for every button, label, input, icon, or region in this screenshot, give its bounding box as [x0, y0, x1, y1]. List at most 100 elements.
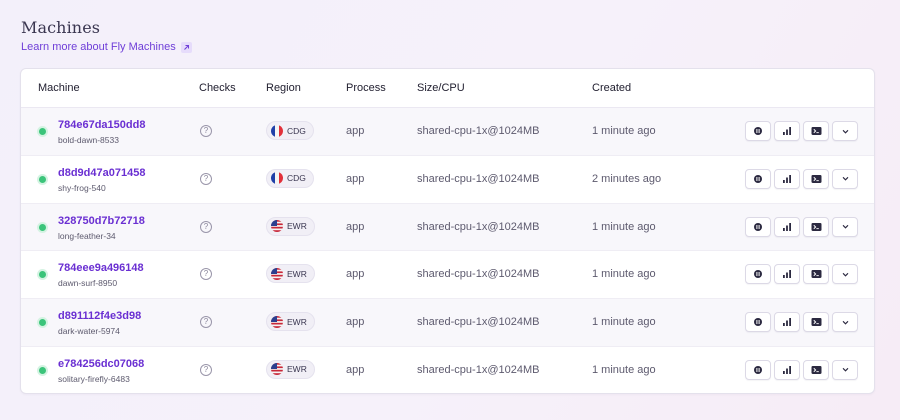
machine-id-link[interactable]: 328750d7b72718 — [58, 215, 145, 227]
pause-icon — [754, 270, 762, 279]
pause-icon — [754, 174, 762, 183]
console-terminal-icon — [811, 270, 821, 279]
pause-icon — [754, 127, 762, 135]
pause-button[interactable] — [745, 264, 771, 285]
more-actions-button[interactable] — [832, 312, 858, 333]
console-button[interactable] — [803, 216, 829, 237]
metrics-button[interactable] — [774, 168, 800, 189]
chevron-down-icon — [842, 225, 848, 229]
region-code: CDG — [287, 173, 306, 184]
machines-table: Machine Checks Region Process Size/CPU C… — [20, 68, 875, 394]
more-actions-button[interactable] — [832, 168, 858, 189]
learn-more-link[interactable]: Learn more about Fly Machines — [21, 41, 192, 53]
process-cell: app — [346, 125, 365, 137]
page-title: Machines — [21, 18, 101, 37]
flag-us-icon — [271, 363, 283, 376]
console-button[interactable] — [803, 121, 829, 141]
size-cell: shared-cpu-1x@1024MB — [417, 220, 540, 233]
machine-name: solitary-firefly-6483 — [58, 373, 130, 384]
more-actions-button[interactable] — [832, 264, 858, 285]
pause-button[interactable] — [745, 121, 771, 141]
machine-id-link[interactable]: d891112f4e3d98 — [58, 310, 141, 322]
pause-button[interactable] — [745, 216, 771, 237]
header-size: Size/CPU — [417, 82, 465, 94]
region-badge: EWR — [266, 359, 315, 379]
region-badge: EWR — [266, 216, 315, 236]
learn-more-label: Learn more about Fly Machines — [21, 41, 176, 53]
question-circle-icon[interactable]: ? — [200, 363, 212, 376]
metrics-button[interactable] — [774, 264, 800, 285]
flag-fr-icon — [271, 172, 283, 185]
process-cell: app — [346, 316, 365, 329]
status-dot — [39, 271, 46, 279]
machine-name: bold-dawn-8533 — [58, 135, 119, 145]
console-button[interactable] — [803, 312, 829, 333]
pause-button[interactable] — [745, 312, 771, 333]
header-process: Process — [346, 82, 386, 94]
chevron-down-icon — [842, 272, 848, 277]
metrics-bar-chart-icon — [783, 127, 791, 135]
machine-id-link[interactable]: e784256dc07068 — [58, 358, 144, 370]
created-cell: 1 minute ago — [592, 268, 656, 281]
header-created: Created — [592, 82, 632, 94]
header-machine: Machine — [38, 82, 80, 94]
pause-icon — [754, 365, 762, 374]
size-cell: shared-cpu-1x@1024MB — [417, 268, 540, 281]
metrics-button[interactable] — [774, 312, 800, 333]
console-button[interactable] — [803, 359, 829, 380]
machine-name: dark-water-5974 — [58, 326, 120, 337]
table-row: 328750d7b72718 long-feather-34 ? EWR app… — [21, 203, 874, 252]
created-cell: 1 minute ago — [592, 125, 656, 137]
metrics-button[interactable] — [774, 121, 800, 141]
console-button[interactable] — [803, 168, 829, 189]
more-actions-button[interactable] — [832, 121, 858, 141]
flag-us-icon — [271, 267, 283, 280]
created-cell: 2 minutes ago — [592, 172, 662, 185]
console-terminal-icon — [811, 365, 821, 374]
question-circle-icon[interactable]: ? — [200, 316, 212, 329]
pause-icon — [754, 222, 762, 231]
flag-us-icon — [271, 315, 283, 328]
question-circle-icon[interactable]: ? — [200, 268, 212, 281]
chevron-down-icon — [842, 368, 848, 373]
region-code: EWR — [287, 316, 307, 327]
question-circle-icon[interactable]: ? — [200, 172, 212, 185]
metrics-bar-chart-icon — [783, 365, 791, 374]
machine-name: dawn-surf-8950 — [58, 278, 118, 289]
region-code: CDG — [287, 125, 306, 136]
more-actions-button[interactable] — [832, 359, 858, 380]
external-link-icon — [180, 41, 192, 53]
status-dot — [39, 175, 46, 183]
more-actions-button[interactable] — [832, 216, 858, 237]
status-dot — [39, 366, 46, 374]
region-code: EWR — [287, 364, 307, 375]
machine-id-link[interactable]: 784eee9a496148 — [58, 262, 144, 274]
question-circle-icon[interactable]: ? — [200, 220, 212, 233]
status-dot — [39, 319, 46, 327]
metrics-button[interactable] — [774, 216, 800, 237]
console-terminal-icon — [811, 127, 821, 135]
region-badge: EWR — [266, 312, 315, 332]
table-row: e784256dc07068 solitary-firefly-6483 ? E… — [21, 347, 874, 393]
metrics-bar-chart-icon — [783, 270, 791, 279]
region-badge: CDG — [266, 121, 314, 140]
size-cell: shared-cpu-1x@1024MB — [417, 125, 540, 137]
machine-id-link[interactable]: d8d9d47a071458 — [58, 167, 145, 179]
metrics-bar-chart-icon — [783, 174, 791, 183]
process-cell: app — [346, 220, 365, 233]
question-circle-icon[interactable]: ? — [200, 125, 212, 137]
pause-icon — [754, 318, 762, 327]
pause-button[interactable] — [745, 168, 771, 189]
metrics-button[interactable] — [774, 359, 800, 380]
status-dot — [39, 128, 46, 135]
machine-name: shy-frog-540 — [58, 182, 106, 193]
console-button[interactable] — [803, 264, 829, 285]
metrics-bar-chart-icon — [783, 318, 791, 327]
header-region: Region — [266, 82, 301, 94]
machine-id-link[interactable]: 784e67da150dd8 — [58, 119, 145, 131]
flag-fr-icon — [271, 124, 283, 137]
chevron-down-icon — [842, 177, 848, 181]
process-cell: app — [346, 363, 365, 376]
pause-button[interactable] — [745, 359, 771, 380]
metrics-bar-chart-icon — [783, 222, 791, 231]
